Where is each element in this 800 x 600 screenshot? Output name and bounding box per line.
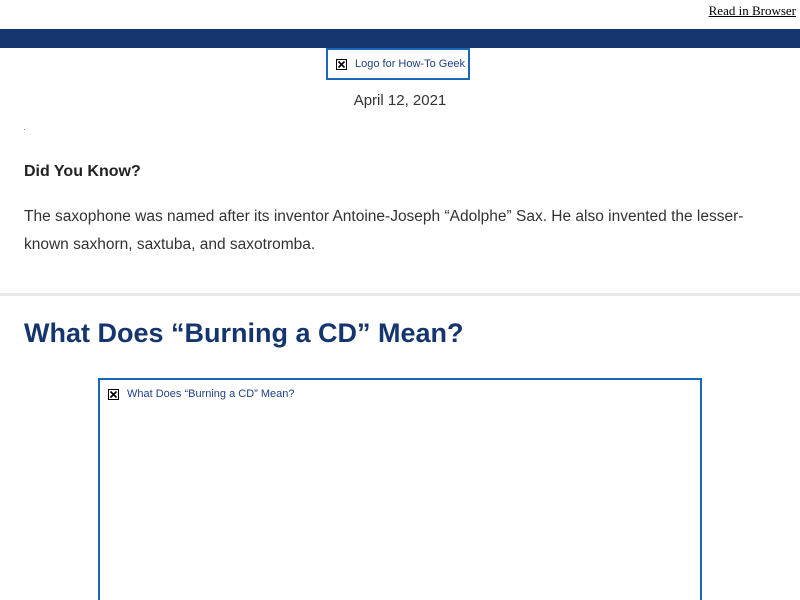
logo-alt-text: Logo for How-To Geek	[355, 58, 466, 70]
brand-band	[0, 29, 800, 48]
article-title[interactable]: What Does “Burning a CD” Mean?	[24, 318, 464, 349]
broken-image-icon	[108, 388, 119, 400]
did-you-know-body: The saxophone was named after its invent…	[24, 208, 744, 253]
read-in-browser-link[interactable]: Read in Browser	[709, 3, 796, 19]
hero-image-alt-text: What Does “Burning a CD” Mean?	[127, 388, 295, 400]
did-you-know-heading: Did You Know?	[24, 163, 141, 180]
spacer-dot	[24, 129, 25, 130]
broken-image-icon	[336, 58, 347, 70]
top-bar: Read in Browser	[0, 0, 800, 29]
section-divider	[0, 293, 800, 296]
article-hero-image-placeholder[interactable]: What Does “Burning a CD” Mean?	[98, 378, 702, 600]
issue-date: April 12, 2021	[353, 92, 447, 109]
hero-image-alt-row: What Does “Burning a CD” Mean?	[108, 388, 295, 400]
logo-image-placeholder[interactable]: Logo for How-To Geek	[326, 48, 470, 80]
